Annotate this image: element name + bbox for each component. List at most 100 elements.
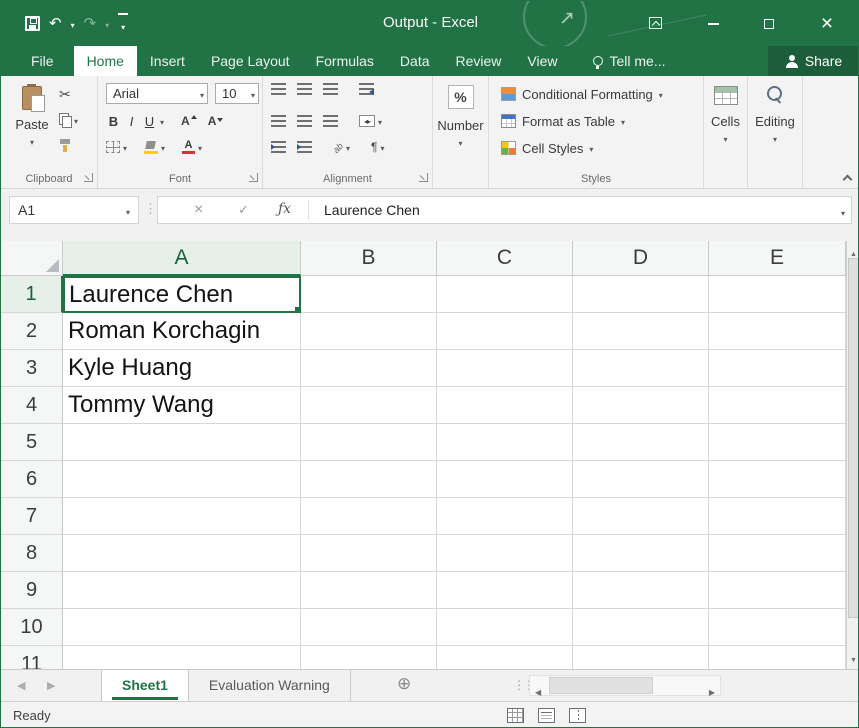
collapse-ribbon-icon[interactable] — [842, 173, 852, 182]
name-box[interactable]: A1 — [9, 196, 139, 224]
minimize-button[interactable] — [691, 1, 736, 46]
font-dialog-launcher[interactable] — [249, 173, 258, 182]
tab-insert[interactable]: Insert — [137, 46, 198, 76]
row-header-1[interactable]: 1 — [1, 276, 63, 313]
view-page-break-button[interactable] — [569, 708, 586, 723]
cut-button[interactable]: ✂ — [59, 85, 78, 102]
cell-E4[interactable] — [709, 387, 846, 424]
tab-view[interactable]: View — [514, 46, 570, 76]
column-header-B[interactable]: B — [301, 241, 437, 276]
text-direction-icon[interactable]: ¶ — [371, 140, 377, 154]
cell-D3[interactable] — [573, 350, 709, 387]
italic-button[interactable]: I — [124, 114, 139, 129]
cell-C3[interactable] — [437, 350, 573, 387]
cell-B9[interactable] — [301, 572, 437, 609]
view-page-layout-button[interactable] — [538, 708, 555, 723]
formula-bar-splitter[interactable] — [144, 201, 157, 217]
close-button[interactable] — [801, 1, 853, 46]
cell-C4[interactable] — [437, 387, 573, 424]
decrease-font-size-button[interactable] — [208, 114, 224, 128]
borders-icon[interactable] — [106, 141, 120, 153]
paste-dropdown-icon[interactable] — [30, 132, 34, 150]
align-left-icon[interactable] — [271, 115, 286, 127]
bold-button[interactable]: B — [106, 114, 121, 129]
select-all-corner[interactable] — [1, 241, 63, 276]
font-color-icon[interactable] — [182, 140, 195, 154]
cell-A9[interactable] — [63, 572, 301, 609]
cell-C9[interactable] — [437, 572, 573, 609]
align-right-icon[interactable] — [323, 115, 338, 127]
format-painter-button[interactable] — [59, 137, 78, 154]
cell-E9[interactable] — [709, 572, 846, 609]
cell-D1[interactable] — [573, 276, 709, 313]
cell-A2[interactable]: Roman Korchagin — [63, 313, 301, 350]
horizontal-scrollbar[interactable] — [529, 675, 721, 696]
row-header-7[interactable]: 7 — [1, 498, 63, 535]
cell-C8[interactable] — [437, 535, 573, 572]
increase-indent-icon[interactable] — [297, 141, 312, 153]
formula-bar[interactable]: × ✓ ƒx Laurence Chen — [157, 196, 852, 224]
column-header-A[interactable]: A — [63, 241, 301, 276]
row-header-3[interactable]: 3 — [1, 350, 63, 387]
cell-B4[interactable] — [301, 387, 437, 424]
cell-A10[interactable] — [63, 609, 301, 646]
ribbon-display-options-icon[interactable] — [649, 17, 662, 29]
cell-E5[interactable] — [709, 424, 846, 461]
cell-A5[interactable] — [63, 424, 301, 461]
cell-C2[interactable] — [437, 313, 573, 350]
vertical-scrollbar[interactable] — [846, 241, 859, 669]
cell-D9[interactable] — [573, 572, 709, 609]
format-as-table-button[interactable]: Format as Table — [501, 111, 699, 131]
cell-D2[interactable] — [573, 313, 709, 350]
scroll-left-icon[interactable] — [535, 682, 541, 700]
cell-C10[interactable] — [437, 609, 573, 646]
horizontal-scrollbar-thumb[interactable] — [549, 677, 653, 694]
tell-me-box[interactable]: Tell me... — [581, 46, 678, 76]
view-normal-button[interactable] — [507, 708, 524, 723]
cell-B3[interactable] — [301, 350, 437, 387]
vertical-scrollbar-thumb[interactable] — [848, 258, 859, 618]
row-header-4[interactable]: 4 — [1, 387, 63, 424]
align-middle-icon[interactable] — [297, 83, 312, 95]
fill-color-dropdown-icon[interactable] — [161, 138, 165, 156]
sheet-nav-right-icon[interactable] — [47, 679, 55, 692]
share-button[interactable]: Share — [768, 46, 859, 76]
text-direction-dropdown-icon[interactable] — [380, 138, 384, 156]
fill-color-icon[interactable] — [144, 141, 158, 154]
cell-B2[interactable] — [301, 313, 437, 350]
cell-E1[interactable] — [709, 276, 846, 313]
formula-bar-expand-icon[interactable] — [841, 203, 845, 221]
sheet-nav-left-icon[interactable] — [17, 679, 25, 692]
alignment-dialog-launcher[interactable] — [419, 173, 428, 182]
scroll-down-icon[interactable] — [847, 649, 859, 667]
column-header-E[interactable]: E — [709, 241, 846, 276]
cell-E11[interactable] — [709, 646, 846, 669]
cell-E10[interactable] — [709, 609, 846, 646]
cell-D5[interactable] — [573, 424, 709, 461]
font-color-dropdown-icon[interactable] — [198, 138, 202, 156]
enter-icon[interactable]: ✓ — [238, 202, 249, 218]
cell-E2[interactable] — [709, 313, 846, 350]
orientation-dropdown-icon[interactable] — [346, 138, 350, 156]
cell-C1[interactable] — [437, 276, 573, 313]
maximize-button[interactable] — [746, 1, 791, 46]
cell-A4[interactable]: Tommy Wang — [63, 387, 301, 424]
underline-dropdown-icon[interactable] — [160, 112, 164, 130]
row-header-2[interactable]: 2 — [1, 313, 63, 350]
cell-styles-button[interactable]: Cell Styles — [501, 138, 699, 158]
cell-D10[interactable] — [573, 609, 709, 646]
cell-D6[interactable] — [573, 461, 709, 498]
row-header-8[interactable]: 8 — [1, 535, 63, 572]
tab-page-layout[interactable]: Page Layout — [198, 46, 303, 76]
cell-B8[interactable] — [301, 535, 437, 572]
cell-B7[interactable] — [301, 498, 437, 535]
cancel-icon[interactable]: × — [194, 200, 203, 220]
align-bottom-icon[interactable] — [323, 83, 338, 95]
tab-formulas[interactable]: Formulas — [303, 46, 387, 76]
clipboard-dialog-launcher[interactable] — [84, 173, 93, 182]
cell-D11[interactable] — [573, 646, 709, 669]
column-header-C[interactable]: C — [437, 241, 573, 276]
insert-function-icon[interactable]: ƒx — [278, 201, 291, 217]
orientation-icon[interactable] — [333, 138, 343, 156]
increase-font-size-button[interactable] — [181, 114, 197, 128]
